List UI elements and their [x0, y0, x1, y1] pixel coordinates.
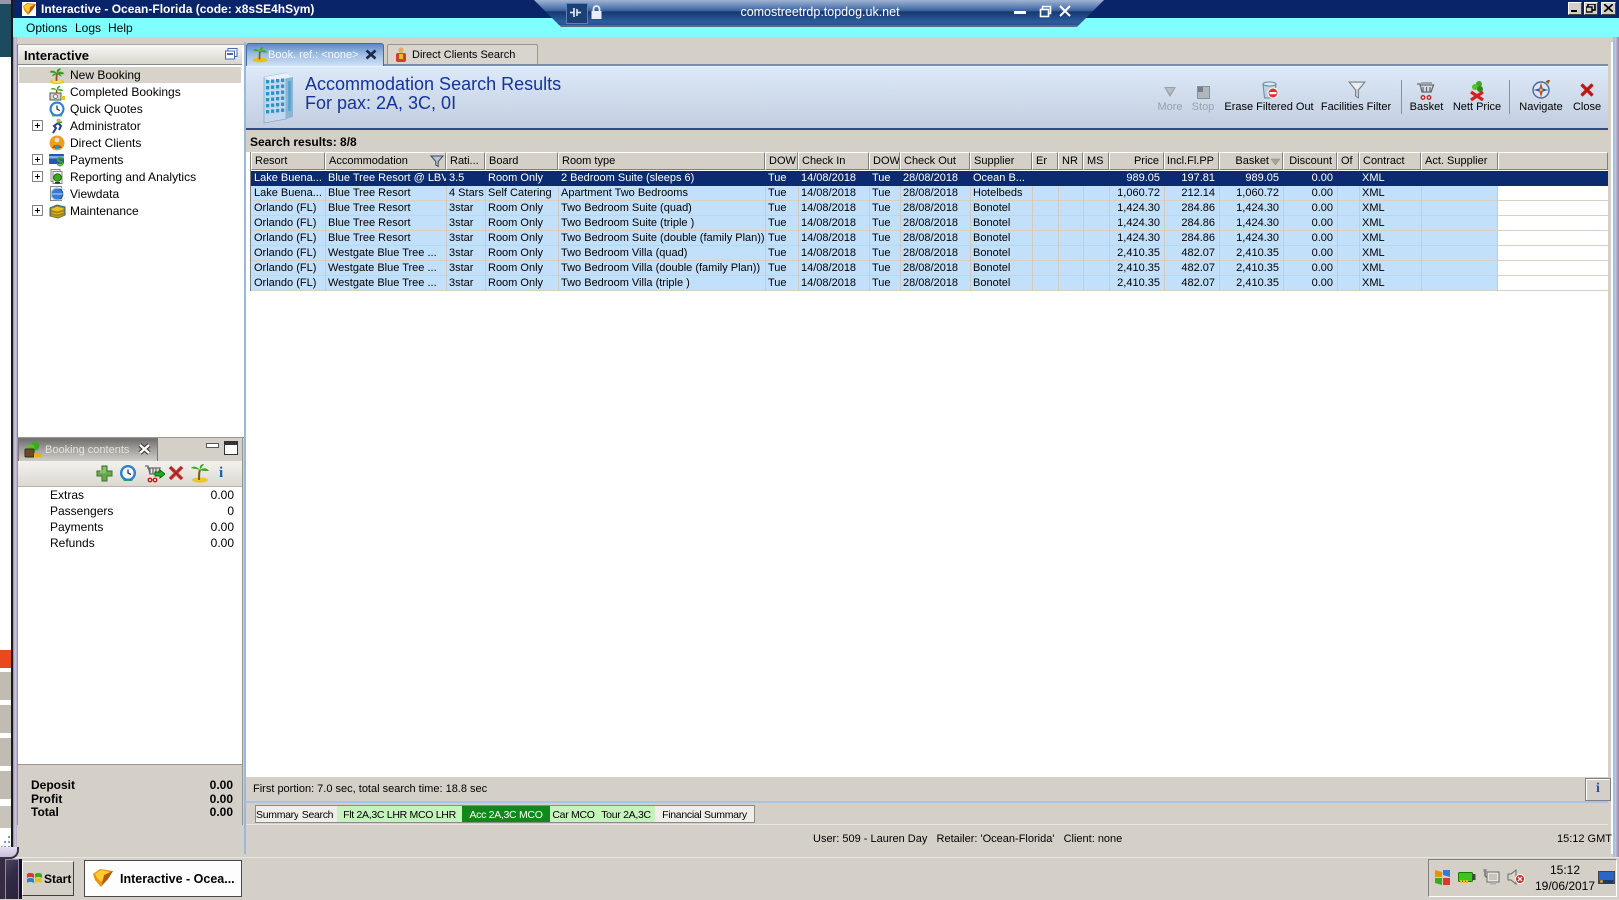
svg-text:$: $: [56, 154, 64, 168]
